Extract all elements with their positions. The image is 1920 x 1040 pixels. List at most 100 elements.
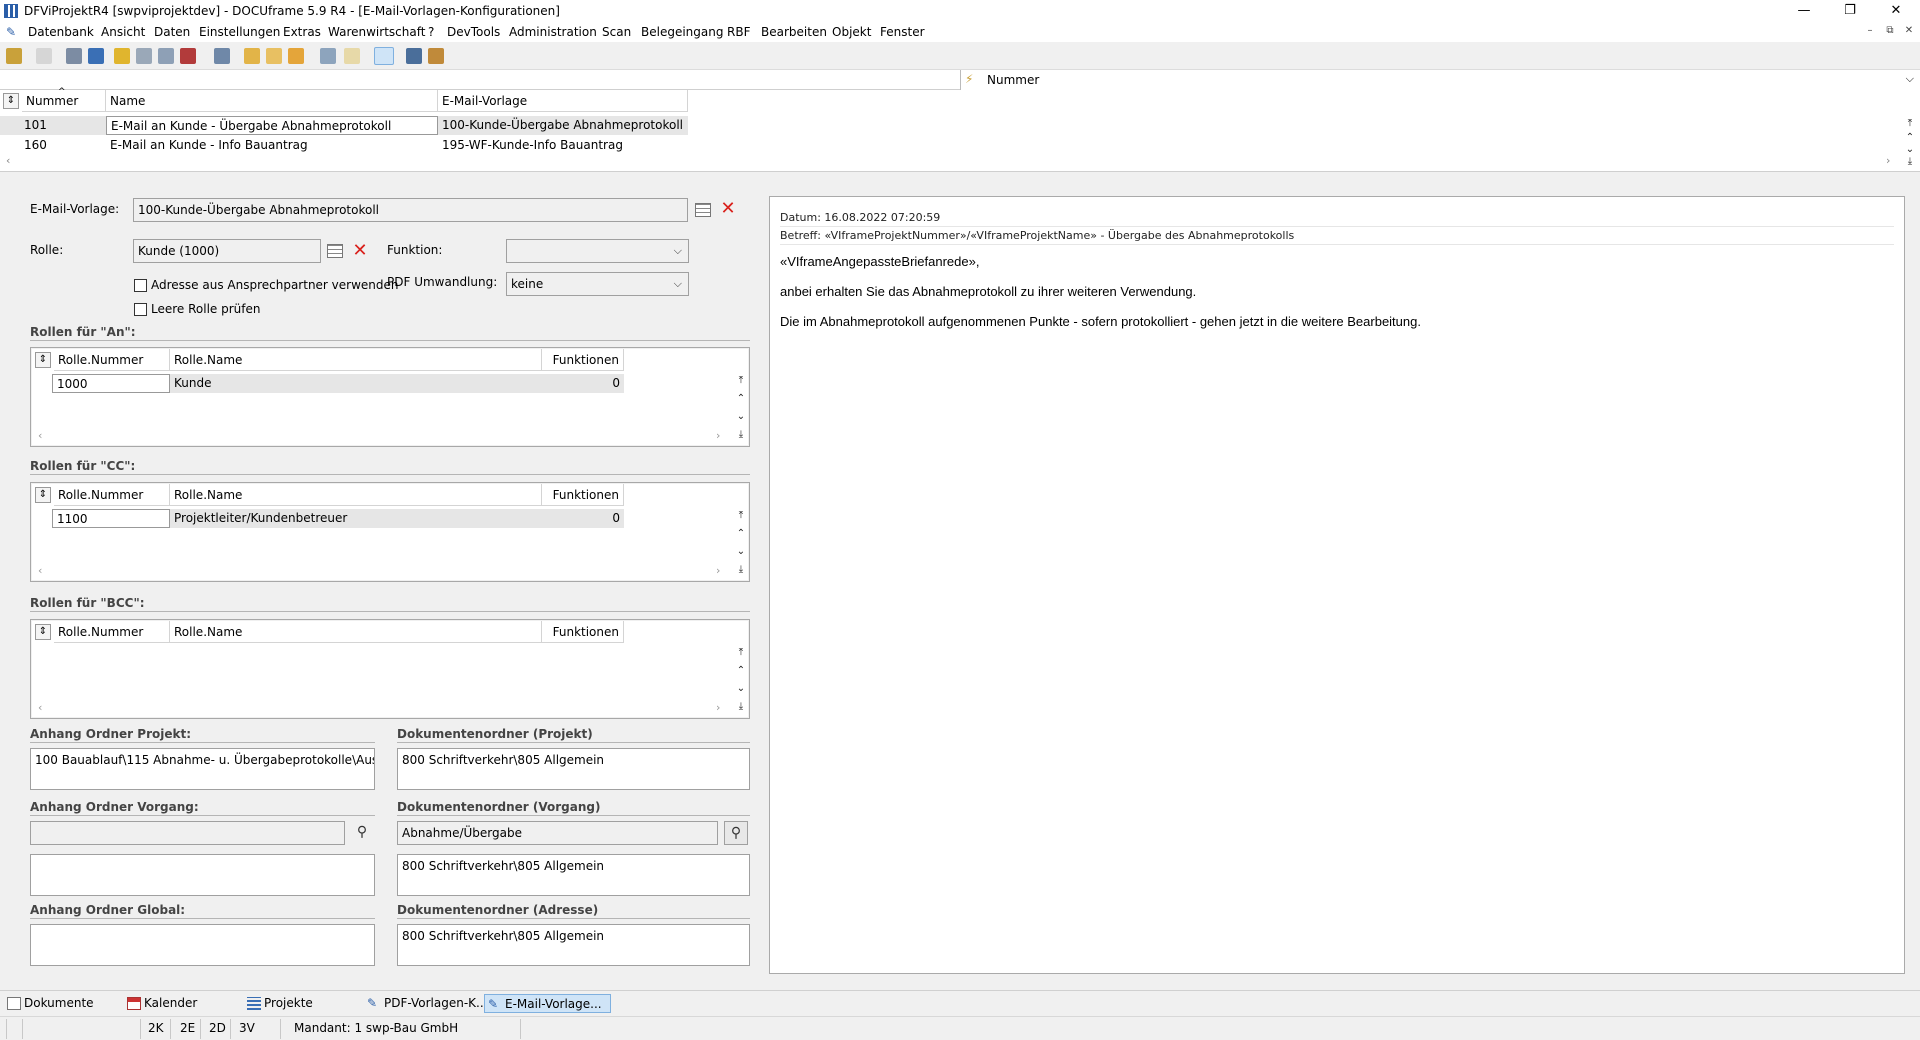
menu-bearbeiten[interactable]: Bearbeiten bbox=[761, 25, 827, 39]
delete-x-icon[interactable]: ✕ bbox=[720, 200, 736, 218]
close-button[interactable]: ✕ bbox=[1873, 0, 1919, 22]
email-vorlage-field[interactable]: 100-Kunde-Übergabe Abnahmeprotokoll bbox=[133, 198, 688, 222]
dok-vorgang-list[interactable]: 800 Schriftverkehr\805 Allgemein bbox=[397, 854, 750, 896]
mdi-close-button[interactable]: ✕ bbox=[1902, 24, 1916, 38]
print-icon[interactable] bbox=[36, 48, 52, 64]
column-header-rolle-name[interactable]: Rolle.Name bbox=[170, 484, 542, 506]
column-header-vorlage[interactable]: E-Mail-Vorlage bbox=[438, 90, 688, 112]
scroll-bottom-icon[interactable]: ⤓ bbox=[735, 564, 747, 575]
scroll-bottom-icon[interactable]: ⤓ bbox=[735, 429, 747, 440]
menu-ansicht[interactable]: Ansicht bbox=[101, 25, 145, 39]
scroll-bottom-icon[interactable]: ⤓ bbox=[735, 701, 747, 712]
scroll-down-icon[interactable]: ⌄ bbox=[1904, 144, 1916, 155]
menu-scan[interactable]: Scan bbox=[602, 25, 631, 39]
column-chooser-icon[interactable]: ⇕ bbox=[3, 93, 19, 109]
dok-adresse-field[interactable]: 800 Schriftverkehr\805 Allgemein bbox=[397, 924, 750, 966]
column-chooser-icon[interactable]: ⇕ bbox=[35, 624, 51, 640]
scroll-down-icon[interactable]: ⌄ bbox=[735, 546, 747, 557]
search-next-icon[interactable] bbox=[344, 48, 360, 64]
attach-icon[interactable] bbox=[136, 48, 152, 64]
scroll-right-icon[interactable]: › bbox=[1886, 154, 1890, 167]
menu-extras[interactable]: Extras bbox=[283, 25, 321, 39]
tab-email-vorlagen[interactable]: ✎ E-Mail-Vorlage... bbox=[484, 994, 611, 1013]
menu-objekt[interactable]: Objekt bbox=[832, 25, 871, 39]
column-chooser-icon[interactable]: ⇕ bbox=[35, 487, 51, 503]
scroll-up-icon[interactable]: ⌃ bbox=[735, 393, 747, 404]
menu-devtools[interactable]: DevTools bbox=[447, 25, 500, 39]
cell-funktionen[interactable]: 0 bbox=[542, 374, 624, 393]
column-header-rolle-nummer[interactable]: Rolle.Nummer bbox=[54, 621, 170, 643]
scroll-left-icon[interactable]: ‹ bbox=[38, 701, 42, 714]
column-header-rolle-nummer[interactable]: Rolle.Nummer bbox=[54, 484, 170, 506]
menu-daten[interactable]: Daten bbox=[154, 25, 190, 39]
column-header-funktionen[interactable]: Funktionen bbox=[542, 349, 624, 371]
cell-name[interactable]: E-Mail an Kunde - Übergabe Abnahmeprotok… bbox=[106, 116, 438, 135]
scroll-top-icon[interactable]: ⤒ bbox=[735, 647, 747, 658]
column-header-funktionen[interactable]: Funktionen bbox=[542, 621, 624, 643]
scroll-top-icon[interactable]: ⤒ bbox=[735, 375, 747, 386]
column-header-name[interactable]: Name bbox=[106, 90, 438, 112]
anhang-global-field[interactable] bbox=[30, 924, 375, 966]
table-select-icon[interactable] bbox=[327, 244, 343, 258]
cell-funktionen[interactable]: 0 bbox=[542, 509, 624, 528]
scroll-right-icon[interactable]: › bbox=[716, 701, 720, 714]
scroll-top-icon[interactable]: ⤒ bbox=[1904, 118, 1916, 129]
tab-kalender[interactable]: Kalender bbox=[124, 994, 205, 1013]
scroll-up-icon[interactable]: ⌃ bbox=[1904, 132, 1916, 143]
column-chooser-icon[interactable]: ⇕ bbox=[35, 352, 51, 368]
search-icon[interactable]: ⚲ bbox=[350, 821, 374, 845]
scroll-up-icon[interactable]: ⌃ bbox=[735, 665, 747, 676]
mdi-restore-button[interactable]: ⧉ bbox=[1883, 24, 1897, 38]
folder-move-icon[interactable] bbox=[288, 48, 304, 64]
cell-rolle-name[interactable]: Kunde bbox=[170, 374, 542, 393]
cell-rolle-nummer[interactable]: 1100 bbox=[52, 509, 170, 528]
tab-pdf-vorlagen[interactable]: ✎ PDF-Vorlagen-K... bbox=[364, 994, 496, 1013]
tools-icon[interactable] bbox=[406, 48, 422, 64]
scroll-left-icon[interactable]: ‹ bbox=[38, 429, 42, 442]
restore-button[interactable]: ❐ bbox=[1827, 0, 1873, 22]
folder-new-icon[interactable] bbox=[244, 48, 260, 64]
cell-name[interactable]: E-Mail an Kunde - Info Bauantrag bbox=[106, 136, 438, 155]
rolle-field[interactable]: Kunde (1000) bbox=[133, 239, 321, 263]
view-toggle-icon[interactable] bbox=[374, 47, 394, 65]
phone-icon[interactable] bbox=[214, 48, 230, 64]
cell-nummer[interactable]: 160 bbox=[0, 136, 106, 155]
menu-einstellungen[interactable]: Einstellungen bbox=[199, 25, 280, 39]
search-icon[interactable]: ⚲ bbox=[724, 821, 748, 845]
note-icon[interactable] bbox=[114, 48, 130, 64]
anhang-vorgang-field[interactable] bbox=[30, 821, 345, 845]
scroll-left-icon[interactable]: ‹ bbox=[6, 154, 10, 167]
menu-help[interactable]: ? bbox=[428, 25, 434, 39]
leere-rolle-checkbox[interactable] bbox=[134, 303, 147, 316]
scroll-left-icon[interactable]: ‹ bbox=[38, 564, 42, 577]
menu-belegeingang[interactable]: Belegeingang bbox=[641, 25, 723, 39]
cell-vorlage[interactable]: 195-WF-Kunde-Info Bauantrag bbox=[438, 136, 688, 155]
anhang-projekt-field[interactable]: 100 Bauablauf\115 Abnahme- u. Übergabepr… bbox=[30, 748, 375, 790]
anhang-vorgang-list[interactable] bbox=[30, 854, 375, 896]
clipboard-icon[interactable] bbox=[6, 48, 22, 64]
column-header-funktionen[interactable]: Funktionen bbox=[542, 484, 624, 506]
tab-projekte[interactable]: Projekte bbox=[244, 994, 321, 1013]
calendar-toolbar-icon[interactable] bbox=[180, 48, 196, 64]
menu-app-icon[interactable]: ✎ bbox=[6, 25, 16, 39]
menu-rbf[interactable]: RBF bbox=[727, 25, 750, 39]
list-icon[interactable] bbox=[88, 48, 104, 64]
dok-projekt-field[interactable]: 800 Schriftverkehr\805 Allgemein bbox=[397, 748, 750, 790]
scroll-up-icon[interactable]: ⌃ bbox=[735, 528, 747, 539]
menu-administration[interactable]: Administration bbox=[509, 25, 597, 39]
scroll-down-icon[interactable]: ⌄ bbox=[735, 411, 747, 422]
scroll-right-icon[interactable]: › bbox=[716, 564, 720, 577]
cell-vorlage[interactable]: 100-Kunde-Übergabe Abnahmeprotokoll bbox=[438, 116, 688, 135]
export-icon[interactable] bbox=[428, 48, 444, 64]
adresse-checkbox[interactable] bbox=[134, 279, 147, 292]
funktion-combo[interactable]: ⌵ bbox=[506, 239, 689, 263]
card-icon[interactable] bbox=[66, 48, 82, 64]
mdi-minimize-button[interactable]: – bbox=[1863, 24, 1877, 38]
menu-fenster[interactable]: Fenster bbox=[880, 25, 925, 39]
column-header-rolle-nummer[interactable]: Rolle.Nummer bbox=[54, 349, 170, 371]
menu-warenwirtschaft[interactable]: Warenwirtschaft bbox=[328, 25, 425, 39]
cell-rolle-nummer[interactable]: 1000 bbox=[52, 374, 170, 393]
column-header-rolle-name[interactable]: Rolle.Name bbox=[170, 621, 542, 643]
menu-datenbank[interactable]: Datenbank bbox=[28, 25, 94, 39]
dok-vorgang-field[interactable]: Abnahme/Übergabe bbox=[397, 821, 718, 845]
